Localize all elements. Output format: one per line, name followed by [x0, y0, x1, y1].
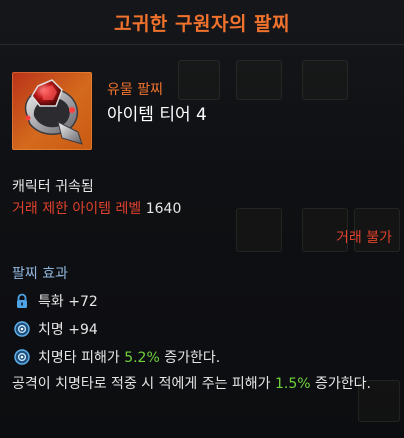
effects-header: 팔찌 효과 [12, 266, 68, 282]
backdrop-slot [302, 60, 348, 100]
lock-icon [17, 293, 27, 308]
effect-row: 치명타 피해가 5.2% 증가한다. [14, 347, 220, 367]
bracelet-icon-art [24, 79, 83, 145]
effect-text: 치명타 피해가 5.2% 증가한다. [38, 347, 220, 367]
trade-limit: 거래 제한 아이템 레벨 1640 [12, 198, 181, 218]
bracelet-icon [12, 72, 92, 150]
item-tooltip: 고귀한 구원자의 팔찌 유물 팔찌 아이템 티어 4 캐릭터 귀속됨 거래 제한… [0, 0, 404, 438]
backdrop-slot [236, 208, 282, 252]
item-tier: 아이템 티어 4 [107, 105, 207, 125]
backdrop-slot [236, 60, 282, 100]
trade-status: 거래 불가 [336, 230, 392, 246]
effect-suffix: 증가한다. [159, 350, 221, 366]
stat-row: 특화 +72 [14, 291, 98, 311]
tooltip-header: 고귀한 구원자의 팔찌 [0, 0, 404, 45]
effect-value: 5.2% [124, 350, 160, 366]
gem-icon [14, 349, 30, 365]
trade-limit-value: 1640 [145, 201, 182, 217]
effect-suffix: 증가한다. [310, 376, 371, 392]
stat-row: 치명 +94 [14, 319, 98, 339]
effect-prefix: 치명타 피해가 [38, 350, 125, 366]
effect-description: 공격이 치명타로 적중 시 적에게 주는 피해가 1.5% 증가한다. [12, 374, 396, 395]
item-grade: 유물 팔찌 [107, 82, 163, 98]
trade-limit-label: 거래 제한 아이템 레벨 [12, 201, 142, 217]
effect-value: 1.5% [275, 376, 311, 392]
bound-status: 캐릭터 귀속됨 [12, 179, 94, 195]
effect-prefix: 공격이 치명타로 적중 시 적에게 주는 피해가 [12, 376, 275, 392]
gem-icon [14, 321, 30, 337]
stat-text: 치명 +94 [38, 322, 98, 338]
stat-text: 특화 +72 [38, 294, 98, 310]
item-name: 고귀한 구원자의 팔찌 [113, 12, 291, 35]
backdrop-slot [178, 60, 220, 100]
